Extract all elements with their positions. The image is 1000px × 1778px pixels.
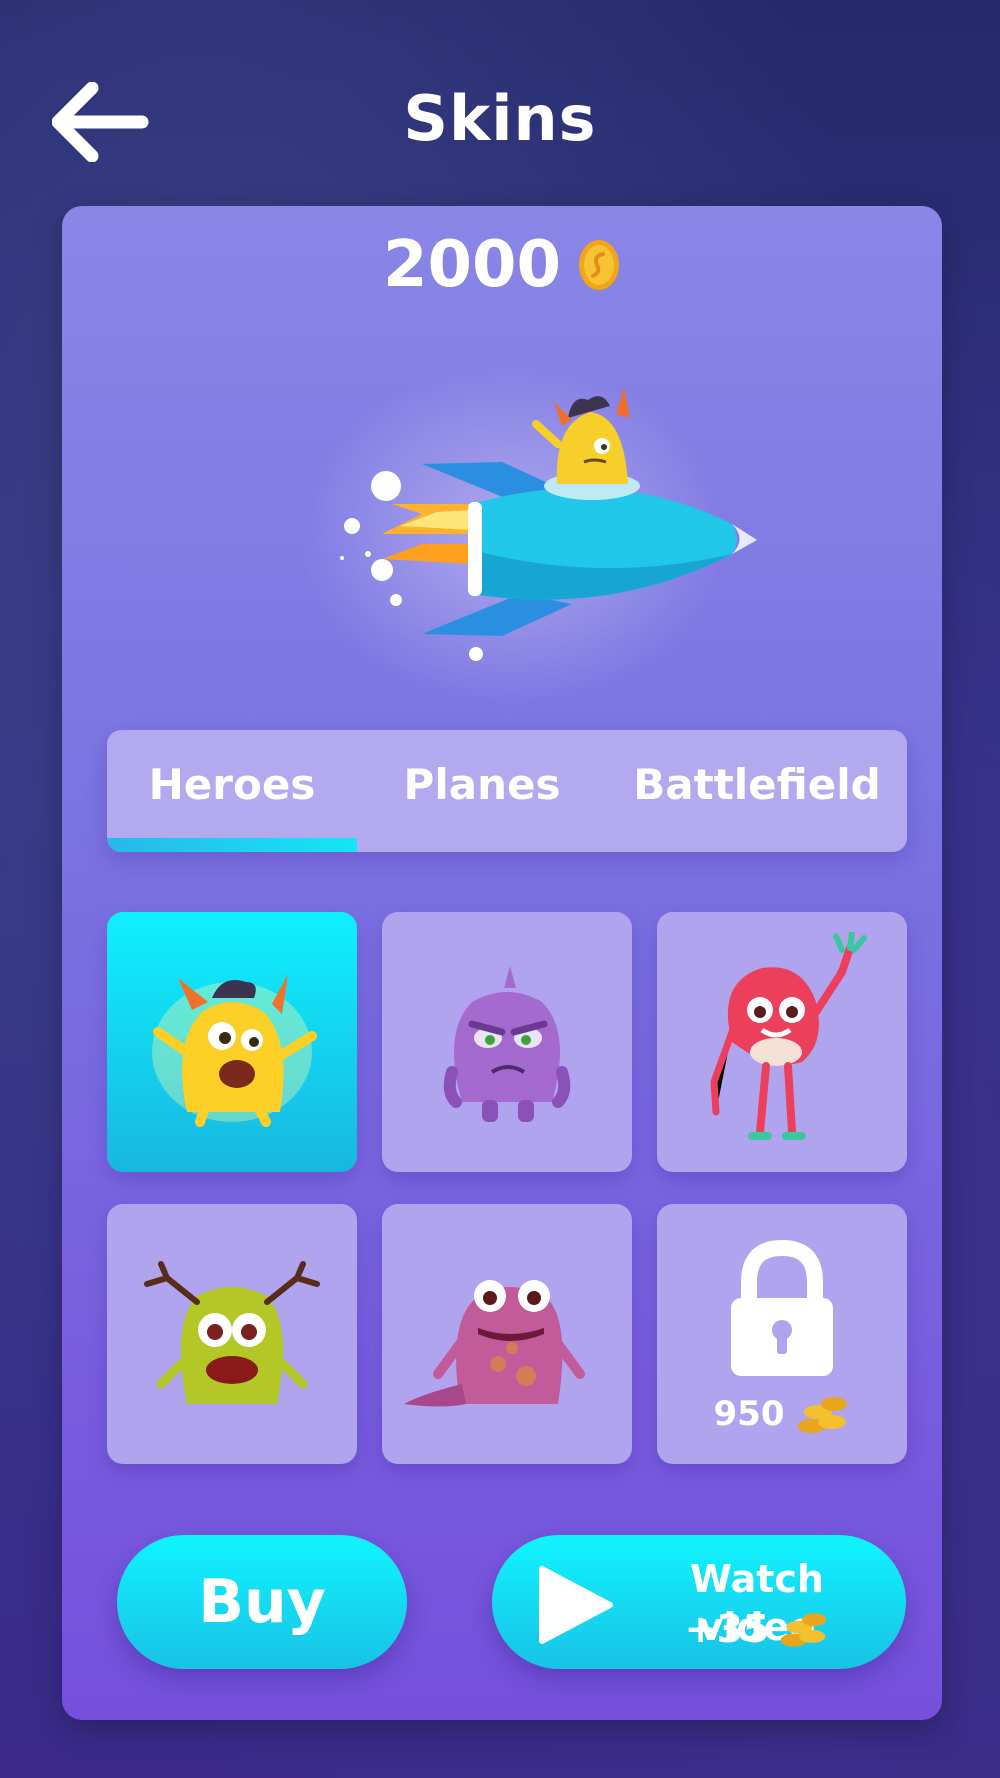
skin-card-purple-spotted-monster[interactable] [382,1204,632,1464]
skin-card-green-antenna-monster[interactable] [107,1204,357,1464]
locked-skin-price-value: 950 [713,1394,785,1434]
page-title: Skins [403,82,597,155]
watch-video-reward-value: +35 [684,1607,770,1651]
skin-card-locked[interactable]: 950 [657,1204,907,1464]
watch-video-reward: +35 [632,1605,882,1653]
coin-balance: 2000 [62,228,942,302]
active-tab-indicator [107,838,357,852]
green-antenna-monster-icon [144,1261,320,1404]
yellow-horned-monster-icon [152,974,317,1127]
watch-video-button[interactable]: Watch video +35 [492,1535,906,1669]
purple-grumpy-monster-icon [443,966,571,1122]
purple-spotted-monster-icon [404,1280,585,1407]
coin-stack-icon [798,1397,848,1433]
category-tabs: Heroes Planes Battlefield [107,730,907,852]
coin-icon [579,240,620,290]
tab-battlefield[interactable]: Battlefield [607,760,907,809]
coin-stack-icon [781,1613,827,1647]
buy-button[interactable]: Buy [117,1535,407,1669]
skin-card-purple-grumpy-monster[interactable] [382,912,632,1172]
plane-preview [340,388,757,661]
play-icon [539,1566,613,1644]
tab-planes[interactable]: Planes [357,760,607,809]
coin-balance-value: 2000 [382,228,562,302]
tab-heroes[interactable]: Heroes [107,760,357,809]
skin-card-yellow-horned-monster[interactable] [107,912,357,1172]
lock-icon [731,1240,833,1376]
locked-skin-price: 950 [657,1392,907,1436]
red-waving-monster-icon [710,932,867,1140]
skins-panel: 2000 Heroes Planes Battlefield 950 Buy W… [62,206,942,1720]
skin-card-red-waving-monster[interactable] [657,912,907,1172]
